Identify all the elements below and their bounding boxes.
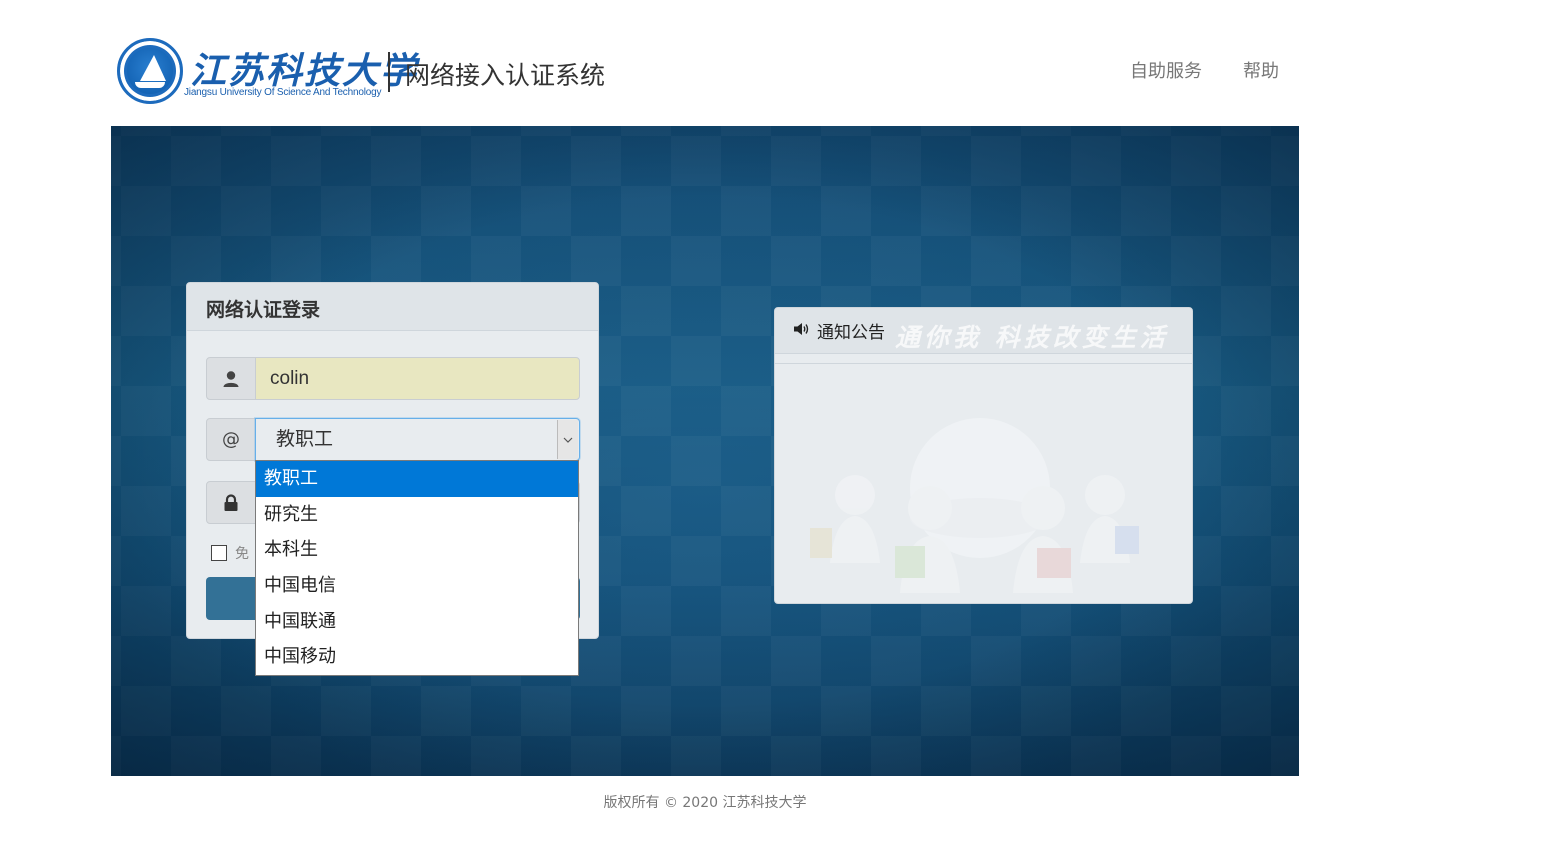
notice-panel: 通你我 科技改变生活 通知公告	[774, 307, 1193, 604]
remember-checkbox[interactable]	[211, 545, 227, 561]
domain-prefix: @	[206, 418, 256, 461]
page-header: 江苏科技大学 Jiangsu University Of Science And…	[0, 0, 1557, 126]
login-heading: 网络认证登录	[187, 283, 598, 331]
domain-selected-value: 教职工	[276, 429, 334, 450]
chevron-down-icon[interactable]	[557, 420, 578, 459]
remember-row: 免	[211, 543, 249, 563]
remember-label: 免	[235, 546, 249, 562]
dropdown-option[interactable]: 中国电信	[256, 568, 578, 604]
system-title: 网络接入认证系统	[405, 61, 606, 90]
university-emblem-icon	[117, 38, 183, 104]
domain-dropdown-list: 教职工 研究生 本科生 中国电信 中国联通 中国移动	[255, 460, 579, 676]
domain-select[interactable]: 教职工	[255, 418, 580, 461]
nav-self-service-link[interactable]: 自助服务	[1130, 57, 1202, 83]
username-group	[206, 357, 580, 400]
dropdown-option[interactable]: 研究生	[256, 497, 578, 533]
footer-copyright: 版权所有 © 2020 江苏科技大学	[603, 795, 807, 811]
dropdown-option[interactable]: 教职工	[256, 461, 578, 497]
user-icon	[206, 357, 256, 400]
dropdown-option[interactable]: 中国移动	[256, 639, 578, 675]
notice-watermark: 通你我 科技改变生活	[895, 323, 1169, 352]
notice-heading: 通你我 科技改变生活 通知公告	[775, 308, 1192, 354]
dropdown-option[interactable]: 中国联通	[256, 604, 578, 640]
logo-divider	[388, 52, 390, 92]
dropdown-option[interactable]: 本科生	[256, 532, 578, 568]
username-input[interactable]	[255, 357, 580, 400]
notice-heading-text: 通知公告	[817, 323, 885, 343]
nav-help-link[interactable]: 帮助	[1243, 57, 1279, 83]
domain-group: @ 教职工	[206, 418, 580, 461]
notice-illustration	[810, 418, 1139, 593]
speaker-icon	[793, 321, 811, 341]
notice-divider	[775, 354, 1192, 364]
university-logo-subtitle: Jiangsu University Of Science And Techno…	[184, 87, 382, 98]
lock-icon	[206, 481, 256, 524]
